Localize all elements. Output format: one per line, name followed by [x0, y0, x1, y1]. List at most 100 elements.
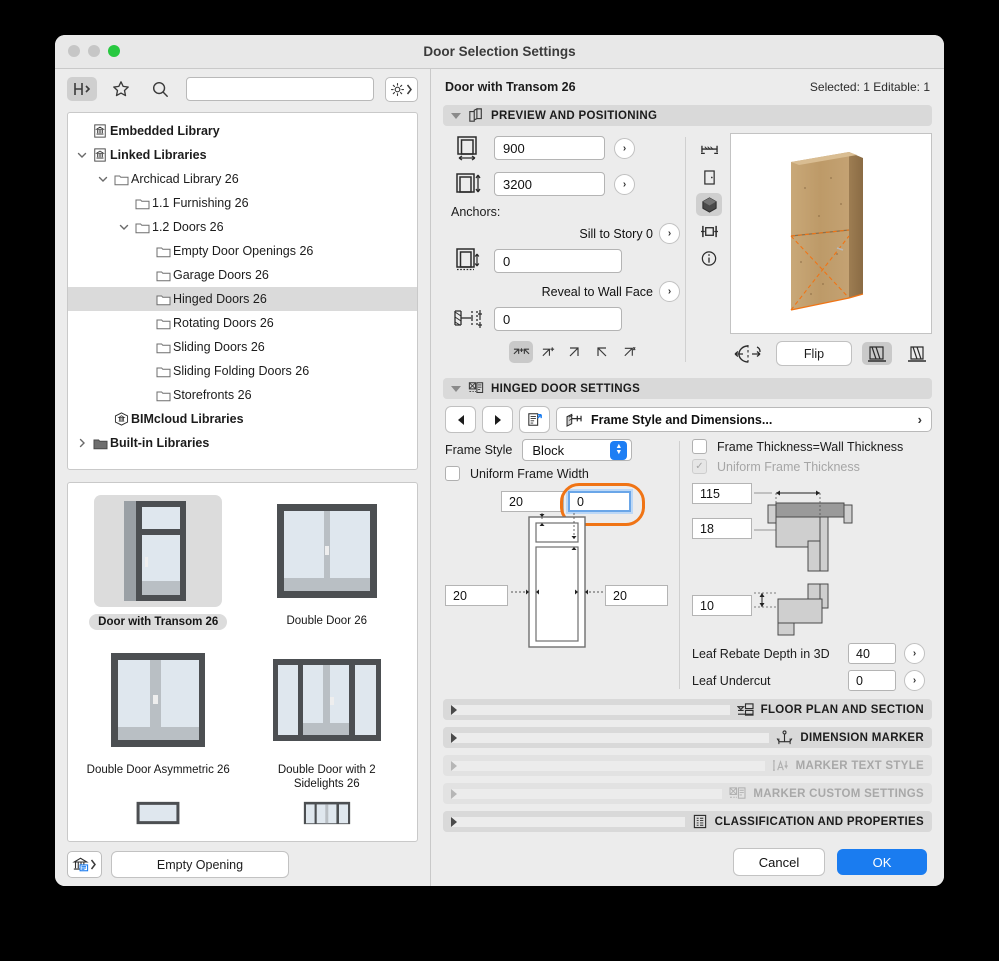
tree-item-1-2-doors-26[interactable]: 1.2 Doors 26 [68, 215, 417, 239]
anchor-right-icon[interactable] [590, 341, 614, 363]
frame-style-select[interactable]: Block ▲ ▼ [522, 439, 633, 461]
tree-item-label: Storefronts 26 [173, 388, 252, 402]
tree-item-label: 1.2 Doors 26 [152, 220, 224, 234]
gallery-item-label: Door with Transom 26 [89, 614, 228, 630]
section-header-hinged-door-settings[interactable]: HINGED DOOR SETTINGS [443, 378, 932, 399]
frame-thickness-wall-checkbox[interactable] [692, 439, 707, 454]
gallery-item[interactable]: Double Door Asymmetric 26 [74, 640, 243, 801]
frame-style-row: Frame Style Block ▲ ▼ [445, 439, 673, 461]
wall-side-right-button[interactable] [902, 342, 932, 365]
tree-item-1-1-furnishing-26[interactable]: 1.1 Furnishing 26 [68, 191, 417, 215]
leaf-undercut-label: Leaf Undercut [692, 673, 771, 688]
tree-item-hinged-doors-26[interactable]: Hinged Doors 26 [68, 287, 417, 311]
frame-style-and-dimensions-page-button[interactable]: Frame Style and Dimensions... › [556, 407, 932, 432]
section-view-icon[interactable] [696, 220, 722, 243]
info-icon[interactable] [696, 247, 722, 270]
uniform-frame-width-label: Uniform Frame Width [470, 466, 589, 481]
elevation-view-icon[interactable] [696, 139, 722, 162]
tree-item-archicad-library-26[interactable]: Archicad Library 26 [68, 167, 417, 191]
section-title: MARKER TEXT STYLE [795, 759, 924, 772]
tree-item-bimcloud-libraries[interactable]: BIMcloud Libraries [68, 407, 417, 431]
library-manager-button[interactable] [67, 851, 102, 878]
section-header-dimension-marker[interactable]: DIMENSION MARKER [443, 727, 932, 748]
3d-view-icon[interactable] [696, 193, 722, 216]
sill-options-button[interactable]: › [659, 223, 680, 244]
tree-item-rotating-doors-26[interactable]: Rotating Doors 26 [68, 311, 417, 335]
leaf-undercut-input[interactable]: 0 [848, 670, 896, 691]
section-header-classification-and-properties[interactable]: CLASSIFICATION AND PROPERTIES [443, 811, 932, 832]
anchor-bottom-icon[interactable] [617, 341, 641, 363]
previous-page-button[interactable] [445, 406, 476, 433]
object-gallery[interactable]: Door with Transom 26 Double Door 26 Double… [67, 482, 418, 842]
tree-item-built-in-libraries[interactable]: Built-in Libraries [68, 431, 417, 455]
section-header-preview-positioning[interactable]: PREVIEW AND POSITIONING [443, 105, 932, 126]
anchor-center-icon[interactable] [509, 341, 533, 363]
door-width-options-button[interactable]: › [614, 137, 635, 159]
favorites-button[interactable] [106, 77, 136, 101]
close-button[interactable] [68, 45, 80, 57]
object-tool-button[interactable] [67, 77, 97, 101]
search-input[interactable] [186, 77, 374, 101]
sill-to-story-input[interactable]: 0 [494, 249, 622, 273]
preview-3d-canvas[interactable] [730, 133, 932, 334]
chevron-right-icon[interactable] [74, 438, 90, 448]
settings-divider [679, 441, 680, 689]
positioning-fields: 900 › 3200 › Anchors: Sill to Story 0 › … [443, 133, 681, 366]
search-button[interactable] [145, 77, 175, 101]
frame-thickness-wall-row[interactable]: Frame Thickness=Wall Thickness [692, 439, 932, 454]
wall-side-left-button[interactable] [862, 342, 892, 365]
next-page-button[interactable] [482, 406, 513, 433]
folder-icon [153, 341, 173, 354]
vertical-divider [685, 137, 686, 362]
chevron-down-icon[interactable] [116, 222, 132, 232]
leaf-rebate-depth-input[interactable]: 40 [848, 643, 896, 664]
leaf-rebate-options-button[interactable]: › [904, 643, 925, 664]
empty-opening-button[interactable]: Empty Opening [111, 851, 289, 878]
gallery-thumbnail[interactable] [94, 495, 223, 607]
tree-item-linked-libraries[interactable]: Linked Libraries [68, 143, 417, 167]
gallery-thumbnail[interactable] [263, 495, 391, 607]
ok-button[interactable]: OK [837, 849, 927, 875]
tree-item-empty-door-openings-26[interactable]: Empty Door Openings 26 [68, 239, 417, 263]
frame-section-diagram: 115 18 10 [692, 479, 932, 637]
door-height-icon [451, 169, 485, 199]
page-list-button[interactable] [519, 406, 550, 433]
uniform-frame-width-checkbox[interactable] [445, 466, 460, 481]
reveal-to-wall-face-input[interactable]: 0 [494, 307, 622, 331]
section-header-floor-plan-and-section[interactable]: FLOOR PLAN AND SECTION [443, 699, 932, 720]
minimize-button[interactable] [88, 45, 100, 57]
door-height-input[interactable]: 3200 [494, 172, 605, 196]
chevron-down-icon[interactable] [74, 150, 90, 160]
floorplan-view-icon[interactable] [696, 166, 722, 189]
gallery-item[interactable]: Door with Transom 26 [74, 491, 243, 640]
gallery-item[interactable]: Double Door with 2 Sidelights 26 [243, 640, 412, 801]
anchor-left-icon[interactable] [563, 341, 587, 363]
reveal-options-button[interactable]: › [659, 281, 680, 302]
gallery-item[interactable]: Double Door 26 [243, 491, 412, 640]
uniform-frame-width-row[interactable]: Uniform Frame Width [445, 466, 673, 481]
folder-dark-icon [90, 437, 110, 450]
tree-item-garage-doors-26[interactable]: Garage Doors 26 [68, 263, 417, 287]
cancel-button[interactable]: Cancel [733, 848, 825, 876]
gallery-thumbnail[interactable] [263, 644, 391, 756]
selected-object-name: Door with Transom 26 [445, 80, 576, 94]
sill-anchor-icon [451, 247, 485, 275]
chevron-down-icon [451, 385, 461, 392]
embedded-library-icon [90, 124, 110, 138]
tree-item-label: Embedded Library [110, 124, 220, 138]
tree-item-sliding-doors-26[interactable]: Sliding Doors 26 [68, 335, 417, 359]
anchor-topleft-icon[interactable] [536, 341, 560, 363]
leaf-undercut-options-button[interactable]: › [904, 670, 925, 691]
door-height-options-button[interactable]: › [614, 173, 635, 195]
chevron-down-icon[interactable] [95, 174, 111, 184]
tree-item-storefronts-26[interactable]: Storefronts 26 [68, 383, 417, 407]
tree-item-sliding-folding-doors-26[interactable]: Sliding Folding Doors 26 [68, 359, 417, 383]
tree-item-embedded-library[interactable]: Embedded Library [68, 119, 417, 143]
maximize-button[interactable] [108, 45, 120, 57]
uniform-frame-thickness-row: ✓ Uniform Frame Thickness [692, 459, 932, 474]
flip-button[interactable]: Flip [776, 341, 852, 366]
gallery-thumbnail[interactable] [94, 644, 222, 756]
library-tree[interactable]: Embedded Library Linked Libraries Archicad… [67, 112, 418, 470]
library-settings-button[interactable] [385, 76, 418, 102]
door-width-input[interactable]: 900 [494, 136, 605, 160]
